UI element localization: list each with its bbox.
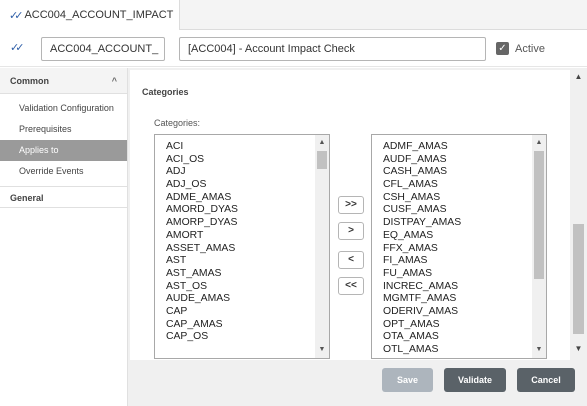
list-item[interactable]: AST xyxy=(166,255,238,268)
scroll-down-icon[interactable]: ▼ xyxy=(532,344,546,356)
active-label: Active xyxy=(515,42,545,55)
cancel-button[interactable]: Cancel xyxy=(517,368,575,392)
list-item[interactable]: ASSET_AMAS xyxy=(166,243,238,256)
tab-acc004[interactable]: ✓✓ ACC004_ACCOUNT_IMPACT xyxy=(0,0,180,30)
list-item[interactable]: MGMTF_AMAS xyxy=(383,293,461,306)
available-categories-list[interactable]: ACI ACI_OS ADJ ADJ_OS ADME_AMAS AMORD_DYAS AMO… xyxy=(154,134,330,359)
categories-panel: Categories Categories: ACI ACI_OS ADJ ADJ_O… xyxy=(130,70,570,360)
list-item[interactable]: AMORP_DYAS xyxy=(166,217,238,230)
sidebar-item-override-events[interactable]: Override Events xyxy=(0,161,127,182)
content-scrollbar[interactable]: ▲ ▼ xyxy=(570,68,587,360)
sidebar-section-common[interactable]: Common ^ xyxy=(0,68,127,94)
list-item[interactable]: AST_AMAS xyxy=(166,268,238,281)
list-item[interactable]: ADMF_AMAS xyxy=(383,141,461,154)
list-item[interactable]: CUSF_AMAS xyxy=(383,204,461,217)
scroll-up-icon[interactable]: ▲ xyxy=(572,72,585,81)
double-check-icon: ✓✓ xyxy=(10,42,25,54)
list-item[interactable]: DISTPAY_AMAS xyxy=(383,217,461,230)
list-item[interactable]: CASH_AMAS xyxy=(383,166,461,179)
list-item[interactable]: CAP_AMAS xyxy=(166,319,238,332)
scroll-thumb[interactable] xyxy=(534,151,544,279)
list-item[interactable]: ODERIV_AMAS xyxy=(383,306,461,319)
list-item[interactable]: OTL_AMAS xyxy=(383,344,461,357)
list-item[interactable]: CSH_AMAS xyxy=(383,192,461,205)
tab-bar: ✓✓ ACC004_ACCOUNT_IMPACT xyxy=(0,0,587,30)
list-item[interactable]: ADME_AMAS xyxy=(166,192,238,205)
list-item[interactable]: CAP_OS xyxy=(166,331,238,344)
list-item[interactable]: FI_AMAS xyxy=(383,255,461,268)
selected-items: ADMF_AMAS AUDF_AMAS CASH_AMAS CFL_AMAS CSH_A… xyxy=(383,141,461,357)
tab-label: ACC004_ACCOUNT_IMPACT xyxy=(24,9,174,21)
active-checkbox[interactable]: ✓ xyxy=(496,42,509,55)
list-item[interactable]: AST_OS xyxy=(166,281,238,294)
active-toggle[interactable]: ✓ Active xyxy=(496,42,545,55)
selected-categories-list[interactable]: ADMF_AMAS AUDF_AMAS CASH_AMAS CFL_AMAS CSH_A… xyxy=(371,134,547,359)
list-item[interactable]: AMORT xyxy=(166,230,238,243)
list-item[interactable]: AUDF_AMAS xyxy=(383,154,461,167)
remove-all-button[interactable]: << xyxy=(338,277,364,295)
scroll-down-icon[interactable]: ▼ xyxy=(315,344,329,356)
list-item[interactable]: ADJ xyxy=(166,166,238,179)
description-field[interactable]: [ACC004] - Account Impact Check xyxy=(179,37,486,61)
available-items: ACI ACI_OS ADJ ADJ_OS ADME_AMAS AMORD_DYAS AMO… xyxy=(166,141,238,344)
remove-selected-button[interactable]: < xyxy=(338,251,364,269)
categories-field-label: Categories: xyxy=(154,118,201,128)
list-item[interactable]: AUDE_AMAS xyxy=(166,293,238,306)
list-item[interactable]: FFX_AMAS xyxy=(383,243,461,256)
available-scrollbar[interactable]: ▲ ▼ xyxy=(315,135,329,358)
sidebar-item-prerequisites[interactable]: Prerequisites xyxy=(0,119,127,140)
chevron-up-icon: ^ xyxy=(111,75,117,86)
scroll-thumb[interactable] xyxy=(317,151,327,169)
code-field[interactable]: ACC004_ACCOUNT_ xyxy=(41,37,165,61)
list-item[interactable]: OTA_AMAS xyxy=(383,331,461,344)
scroll-down-icon[interactable]: ▼ xyxy=(572,344,585,353)
list-item[interactable]: INCREC_AMAS xyxy=(383,281,461,294)
sidebar-item-validation-configuration[interactable]: Validation Configuration xyxy=(0,98,127,119)
save-button[interactable]: Save xyxy=(382,368,433,392)
list-item[interactable]: CFL_AMAS xyxy=(383,179,461,192)
sidebar-section-general[interactable]: General xyxy=(0,186,127,208)
list-item[interactable]: ACI xyxy=(166,141,238,154)
list-item[interactable]: AMORD_DYAS xyxy=(166,204,238,217)
add-selected-button[interactable]: > xyxy=(338,222,364,240)
sidebar-item-applies-to[interactable]: Applies to xyxy=(0,140,127,161)
scroll-thumb[interactable] xyxy=(573,224,584,334)
header-bar: ✓✓ ACC004_ACCOUNT_ [ACC004] - Account Im… xyxy=(0,31,587,67)
scroll-up-icon[interactable]: ▲ xyxy=(315,137,329,149)
list-item[interactable]: FU_AMAS xyxy=(383,268,461,281)
double-check-icon: ✓✓ xyxy=(9,9,24,22)
selected-scrollbar[interactable]: ▲ ▼ xyxy=(532,135,546,358)
main-content: Categories Categories: ACI ACI_OS ADJ ADJ_O… xyxy=(128,68,587,406)
list-item[interactable]: CAP xyxy=(166,306,238,319)
add-all-button[interactable]: >> xyxy=(338,196,364,214)
list-item[interactable]: ADJ_OS xyxy=(166,179,238,192)
list-item[interactable]: ACI_OS xyxy=(166,154,238,167)
categories-title: Categories xyxy=(142,87,189,97)
list-item[interactable]: OPT_AMAS xyxy=(383,319,461,332)
validate-button[interactable]: Validate xyxy=(444,368,506,392)
scroll-up-icon[interactable]: ▲ xyxy=(532,137,546,149)
section-common-label: Common xyxy=(10,75,49,86)
list-item[interactable]: EQ_AMAS xyxy=(383,230,461,243)
sidebar: Common ^ Validation Configuration Prereq… xyxy=(0,68,128,406)
